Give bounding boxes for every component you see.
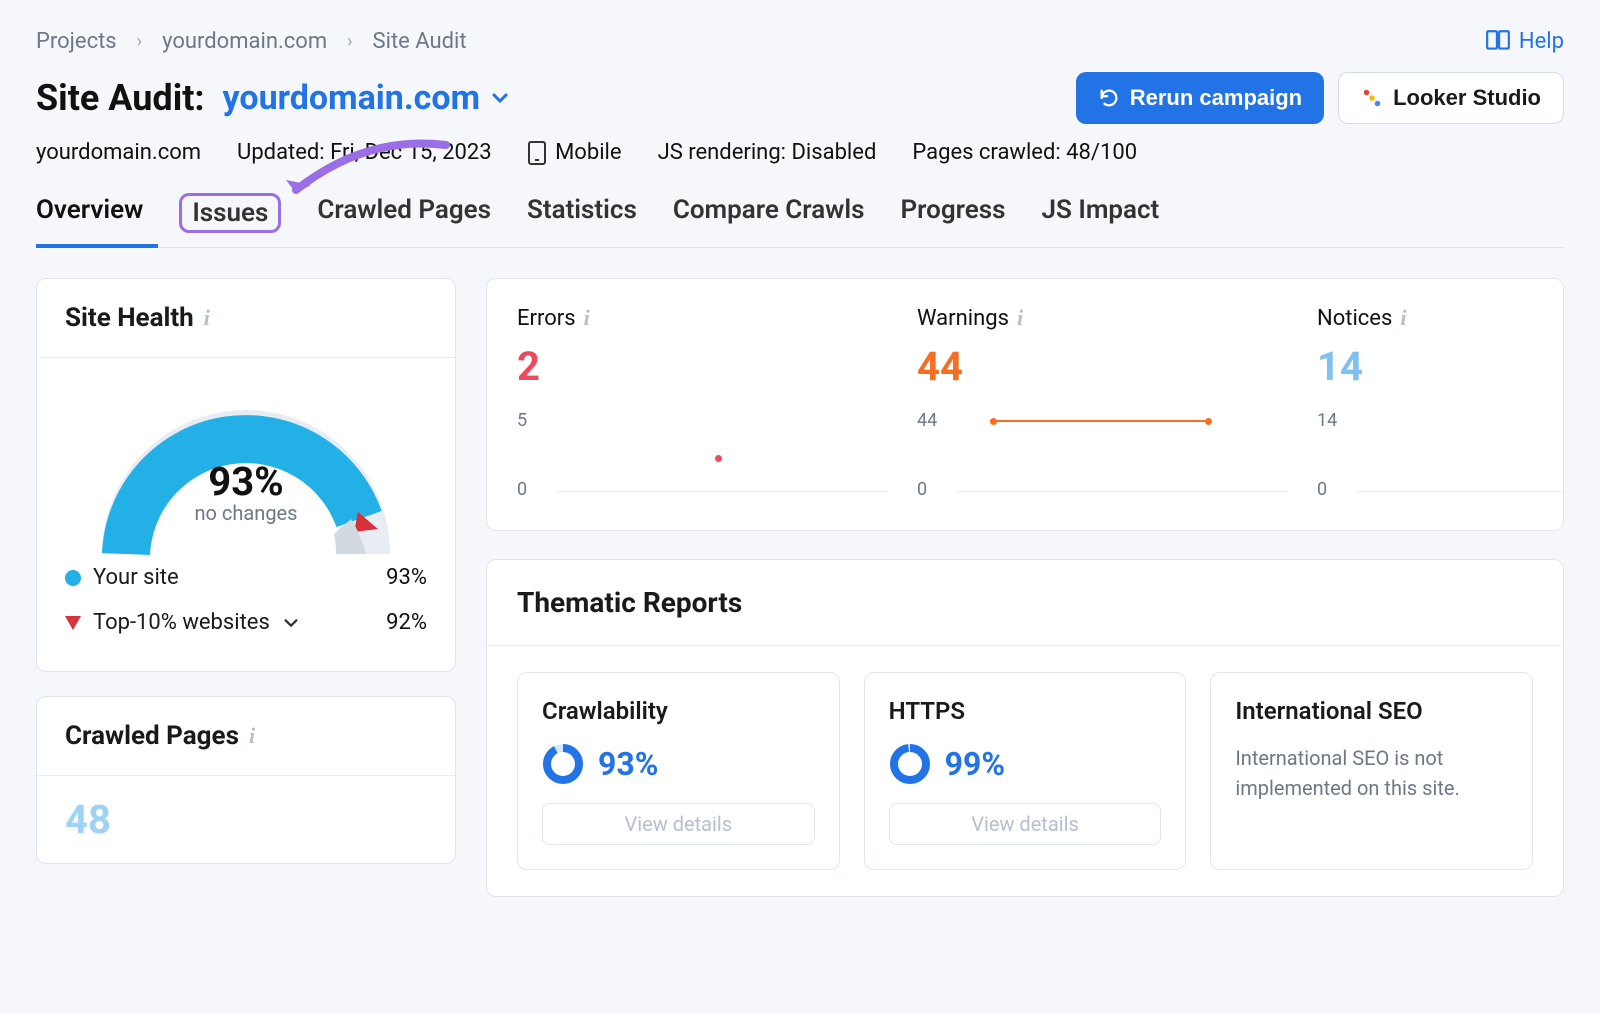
thematic-desc: International SEO is not implemented on … (1235, 743, 1508, 803)
info-icon[interactable]: i (1017, 305, 1023, 331)
site-health-card: Site Health i 93% no changes (36, 278, 456, 672)
domain-selector-label: yourdomain.com (223, 78, 481, 118)
crawled-pages-card: Crawled Pages i 48 (36, 696, 456, 864)
warnings-sparkline: 44 0 (917, 410, 1297, 500)
crawled-pages-title: Crawled Pages (65, 721, 239, 751)
legend-top10[interactable]: Top-10% websites 92% (65, 600, 427, 645)
looker-icon (1361, 87, 1383, 109)
thematic-card-title: Crawlability (542, 697, 815, 725)
data-point-icon (990, 418, 997, 425)
notices-sparkline: 14 0 (1317, 410, 1564, 500)
thematic-reports-card: Thematic Reports Crawlability 93% View d… (486, 559, 1564, 897)
legend-value: 92% (386, 610, 427, 635)
looker-label: Looker Studio (1393, 85, 1541, 111)
site-health-value: 93% (57, 458, 435, 505)
axis-min: 0 (517, 479, 527, 500)
sparkline-line (990, 420, 1205, 422)
metric-value: 14 (1317, 343, 1564, 390)
breadcrumb-projects[interactable]: Projects (36, 29, 117, 54)
info-icon[interactable]: i (249, 723, 255, 749)
thematic-international-seo[interactable]: International SEO International SEO is n… (1210, 672, 1533, 870)
data-point-icon (1205, 418, 1212, 425)
tab-compare-crawls[interactable]: Compare Crawls (673, 195, 865, 247)
axis-min: 0 (1317, 479, 1327, 500)
reload-icon (1098, 87, 1120, 109)
meta-device: Mobile (528, 140, 622, 165)
metric-label: Warnings (917, 306, 1009, 331)
crawled-pages-value: 48 (37, 776, 455, 863)
tab-crawled-pages[interactable]: Crawled Pages (317, 195, 491, 247)
rerun-label: Rerun campaign (1130, 85, 1302, 111)
page-title: Site Audit: (36, 77, 205, 119)
tab-overview[interactable]: Overview (36, 195, 143, 247)
issues-metrics-card: Errors i 2 5 0 Warnings (486, 278, 1564, 531)
triangle-down-icon (65, 616, 81, 630)
help-label: Help (1519, 29, 1564, 54)
thematic-title: Thematic Reports (517, 586, 1533, 619)
book-icon (1485, 28, 1511, 54)
looker-studio-button[interactable]: Looker Studio (1338, 72, 1564, 124)
view-details-button[interactable]: View details (542, 803, 815, 845)
meta-domain: yourdomain.com (36, 140, 201, 165)
page-title-row: Site Audit: yourdomain.com Rerun campaig… (36, 72, 1564, 124)
breadcrumb-domain[interactable]: yourdomain.com (162, 29, 327, 54)
help-link[interactable]: Help (1485, 28, 1564, 54)
thematic-card-title: HTTPS (889, 697, 1162, 725)
ring-icon (542, 743, 584, 785)
tab-statistics[interactable]: Statistics (527, 195, 637, 247)
mobile-icon (528, 141, 546, 165)
legend-label: Your site (93, 565, 179, 590)
axis-max: 44 (917, 410, 937, 431)
metric-value: 2 (517, 343, 897, 390)
tab-issues[interactable]: Issues (179, 193, 281, 233)
axis-min: 0 (917, 479, 927, 500)
errors-sparkline: 5 0 (517, 410, 897, 500)
metric-warnings[interactable]: Warnings i 44 44 0 (917, 305, 1297, 500)
ring-icon (889, 743, 931, 785)
meta-updated: Updated: Fri, Dec 15, 2023 (237, 140, 492, 165)
tab-js-impact[interactable]: JS Impact (1042, 195, 1160, 247)
thematic-pct: 99% (945, 745, 1005, 783)
chevron-right-icon: › (137, 31, 142, 52)
legend-label: Top-10% websites (93, 610, 270, 635)
tab-progress[interactable]: Progress (901, 195, 1006, 247)
meta-pages-crawled: Pages crawled: 48/100 (912, 140, 1137, 165)
thematic-pct: 93% (598, 745, 658, 783)
view-details-button[interactable]: View details (889, 803, 1162, 845)
site-health-sub: no changes (57, 501, 435, 525)
thematic-crawlability[interactable]: Crawlability 93% View details (517, 672, 840, 870)
chevron-right-icon: › (347, 31, 352, 52)
data-point-icon (715, 455, 722, 462)
meta-row: yourdomain.com Updated: Fri, Dec 15, 202… (36, 140, 1564, 165)
metric-value: 44 (917, 343, 1297, 390)
meta-js-rendering: JS rendering: Disabled (658, 140, 877, 165)
metric-label: Errors (517, 306, 576, 331)
chevron-down-icon (282, 614, 300, 632)
chevron-down-icon (490, 88, 510, 108)
thematic-card-title: International SEO (1235, 697, 1508, 725)
breadcrumb: Projects › yourdomain.com › Site Audit H… (36, 28, 1564, 54)
breadcrumb-current: Site Audit (373, 29, 467, 54)
site-health-title: Site Health (65, 303, 194, 333)
tabs: Overview Issues Crawled Pages Statistics… (36, 195, 1564, 248)
axis-max: 5 (517, 410, 527, 431)
metric-errors[interactable]: Errors i 2 5 0 (517, 305, 897, 500)
rerun-campaign-button[interactable]: Rerun campaign (1076, 72, 1324, 124)
domain-selector[interactable]: yourdomain.com (223, 78, 511, 118)
legend-value: 93% (386, 565, 427, 590)
info-icon[interactable]: i (1400, 305, 1406, 331)
metric-notices[interactable]: Notices i 14 14 0 (1317, 305, 1564, 500)
axis-max: 14 (1317, 410, 1337, 431)
info-icon[interactable]: i (204, 305, 210, 331)
metric-label: Notices (1317, 306, 1392, 331)
info-icon[interactable]: i (584, 305, 590, 331)
thematic-https[interactable]: HTTPS 99% View details (864, 672, 1187, 870)
dot-icon (65, 570, 81, 586)
